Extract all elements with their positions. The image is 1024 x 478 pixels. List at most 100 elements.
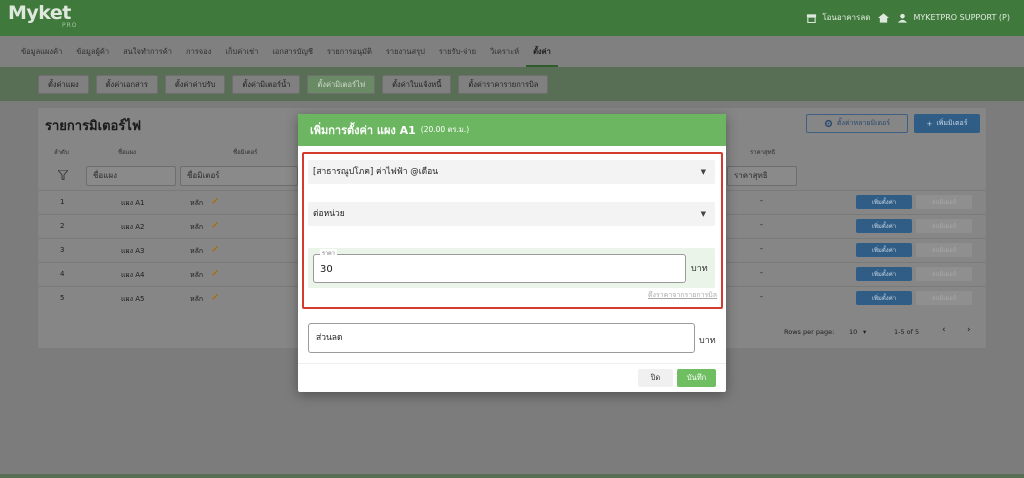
row-meter-name: หลัก (190, 223, 204, 231)
prev-page-icon[interactable]: ‹ (942, 325, 946, 335)
tab-electric-meter-settings[interactable]: ตั้งค่ามิเตอร์ไฟ (307, 74, 376, 94)
price-field-group: ราคา 30 บาท (308, 248, 715, 288)
rows-per-page-label: Rows per page: (784, 328, 835, 336)
price-input-value: 30 (320, 264, 333, 275)
row-net-price: - (760, 220, 763, 229)
discount-input[interactable]: ส่วนลด (308, 323, 695, 353)
nav-income-expense[interactable]: รายรับ-จ่าย (432, 36, 483, 67)
pagination-range: 1-5 of 5 (894, 328, 920, 336)
nav-vendor-info[interactable]: ข้อมูลผู้ค้า (69, 36, 116, 67)
page-title: รายการมิเตอร์ไฟ (45, 119, 142, 134)
nav-settings[interactable]: ตั้งค่า (526, 36, 558, 67)
nav-booking[interactable]: การจอง (179, 36, 218, 67)
tab-water-meter-settings[interactable]: ตั้งค่ามิเตอร์น้ำ (232, 74, 301, 94)
unit-type-select-value: ต่อหน่วย (313, 209, 345, 219)
row-stall-name: แผง A5 (121, 295, 145, 303)
filter-net-price-input[interactable]: ราคาสุทธิ (727, 166, 797, 186)
row-net-price: - (760, 244, 763, 253)
row-add-setting-button[interactable]: เพิ่มตั้งค่า (856, 219, 912, 233)
row-delete-meter-button[interactable]: ลบมิเตอร์ (916, 243, 972, 257)
edit-pencil-icon[interactable] (211, 245, 219, 253)
chevron-down-icon[interactable]: ▾ (863, 328, 866, 336)
rows-per-page-select[interactable]: 10 (849, 328, 857, 336)
nav-summary-report[interactable]: รายงานสรุป (379, 36, 432, 67)
nav-stall-info[interactable]: ข้อมูลแผงค้า (14, 36, 69, 67)
user-label: MYKETPRO SUPPORT (P) (913, 13, 1010, 22)
column-header-no[interactable]: ลำดับ (54, 147, 69, 157)
row-number: 4 (60, 270, 65, 278)
unit-type-select[interactable]: ต่อหน่วย ▼ (308, 202, 715, 226)
row-meter-name: หลัก (190, 247, 204, 255)
column-header-stall[interactable]: ชื่อแผง (118, 147, 136, 157)
edit-pencil-icon[interactable] (211, 293, 219, 301)
fetch-price-from-bill-link[interactable]: ดึงราคาจากรายการบิล (648, 290, 717, 301)
tab-bill-price-settings[interactable]: ตั้งค่าราคารายการบิล (458, 74, 549, 94)
filter-meter-input[interactable]: ชื่อมิเตอร์ (180, 166, 298, 186)
user-menu[interactable]: MYKETPRO SUPPORT (P) (897, 13, 1010, 23)
row-add-setting-button[interactable]: เพิ่มตั้งค่า (856, 243, 912, 257)
nav-accounting-docs[interactable]: เอกสารบัญชี (265, 36, 320, 67)
row-net-price: - (760, 268, 763, 277)
edit-pencil-icon[interactable] (211, 269, 219, 277)
home-icon[interactable] (878, 12, 890, 23)
row-delete-meter-button[interactable]: ลบมิเตอร์ (916, 267, 972, 281)
gear-icon (824, 119, 833, 128)
save-button[interactable]: บันทึก (677, 369, 716, 387)
row-meter-name: หลัก (190, 271, 204, 279)
filter-icon[interactable] (58, 170, 68, 180)
main-nav: ข้อมูลแผงค้า ข้อมูลผู้ค้า สนใจทำการค้า ก… (0, 36, 1024, 67)
row-delete-meter-button[interactable]: ลบมิเตอร์ (916, 219, 972, 233)
modal-subtitle: (20.00 ตร.ม.) (420, 125, 470, 134)
multi-meter-settings-button[interactable]: ตั้งค่าหลายมิเตอร์ (806, 114, 908, 133)
next-page-icon[interactable]: › (967, 325, 971, 335)
app-logo[interactable]: Myket (8, 2, 71, 24)
settings-sub-nav: ตั้งค่าแผง ตั้งค่าเอกสาร ตั้งค่าค่าปรับ … (0, 67, 1024, 101)
user-icon (898, 13, 908, 23)
top-bar: Myket PRO โอนอาคารลด MYKETPRO SUPPORT (P… (0, 0, 1024, 36)
column-header-net-price[interactable]: ราคาสุทธิ (750, 147, 775, 157)
chevron-down-icon: ▼ (700, 210, 706, 218)
nav-analysis[interactable]: วิเคราะห์ (483, 36, 526, 67)
row-number: 2 (60, 222, 65, 230)
close-button[interactable]: ปิด (638, 369, 673, 387)
edit-pencil-icon[interactable] (211, 221, 219, 229)
price-input[interactable]: ราคา 30 (313, 249, 686, 283)
row-add-setting-button[interactable]: เพิ่มตั้งค่า (856, 267, 912, 281)
footer-strip (0, 474, 1024, 478)
add-setting-modal: เพิ่มการตั้งค่า แผง A1 (20.00 ตร.ม.) [สา… (298, 114, 726, 392)
modal-footer-divider (298, 363, 726, 364)
tab-invoice-settings[interactable]: ตั้งค่าใบแจ้งหนี้ (382, 74, 452, 94)
top-right-menu: โอนอาคารลด MYKETPRO SUPPORT (P) (806, 11, 1010, 24)
filter-stall-input[interactable]: ชื่อแผง (86, 166, 176, 186)
item-select[interactable]: [สาธารณูปโภค] ค่าไฟฟ้า @เดือน ▼ (308, 160, 715, 184)
discount-unit: บาท (699, 336, 716, 346)
plus-icon: + (926, 119, 933, 128)
row-add-setting-button[interactable]: เพิ่มตั้งค่า (856, 195, 912, 209)
row-delete-meter-button[interactable]: ลบมิเตอร์ (916, 291, 972, 305)
app-logo-sub: PRO (62, 22, 78, 29)
add-meter-button[interactable]: + เพิ่มมิเตอร์ (914, 114, 980, 133)
tab-stall-settings[interactable]: ตั้งค่าแผง (38, 74, 89, 94)
nav-interested[interactable]: สนใจทำการค้า (116, 36, 179, 67)
row-meter-name: หลัก (190, 199, 204, 207)
store-switcher[interactable]: โอนอาคารลด (806, 11, 870, 24)
column-header-meter[interactable]: ชื่อมิเตอร์ (233, 147, 257, 157)
row-delete-meter-button[interactable]: ลบมิเตอร์ (916, 195, 972, 209)
price-unit: บาท (691, 264, 708, 274)
row-stall-name: แผง A1 (121, 199, 145, 207)
tab-fine-settings[interactable]: ตั้งค่าค่าปรับ (164, 74, 226, 94)
row-add-setting-button[interactable]: เพิ่มตั้งค่า (856, 291, 912, 305)
nav-rent-collection[interactable]: เก็บค่าเช่า (218, 36, 265, 67)
row-meter-name: หลัก (190, 295, 204, 303)
price-field-label: ราคา (320, 249, 337, 259)
add-meter-label: เพิ่มมิเตอร์ (936, 119, 968, 127)
row-stall-name: แผง A4 (121, 271, 145, 279)
row-stall-name: แผง A2 (121, 223, 145, 231)
modal-title: เพิ่มการตั้งค่า แผง A1 (310, 124, 416, 137)
edit-pencil-icon[interactable] (211, 197, 219, 205)
tab-document-settings[interactable]: ตั้งค่าเอกสาร (95, 74, 158, 94)
nav-approvals[interactable]: รายการอนุมัติ (320, 36, 379, 67)
multi-meter-settings-label: ตั้งค่าหลายมิเตอร์ (836, 119, 891, 127)
item-select-value: [สาธารณูปโภค] ค่าไฟฟ้า @เดือน (313, 167, 439, 177)
chevron-down-icon: ▼ (700, 168, 706, 176)
